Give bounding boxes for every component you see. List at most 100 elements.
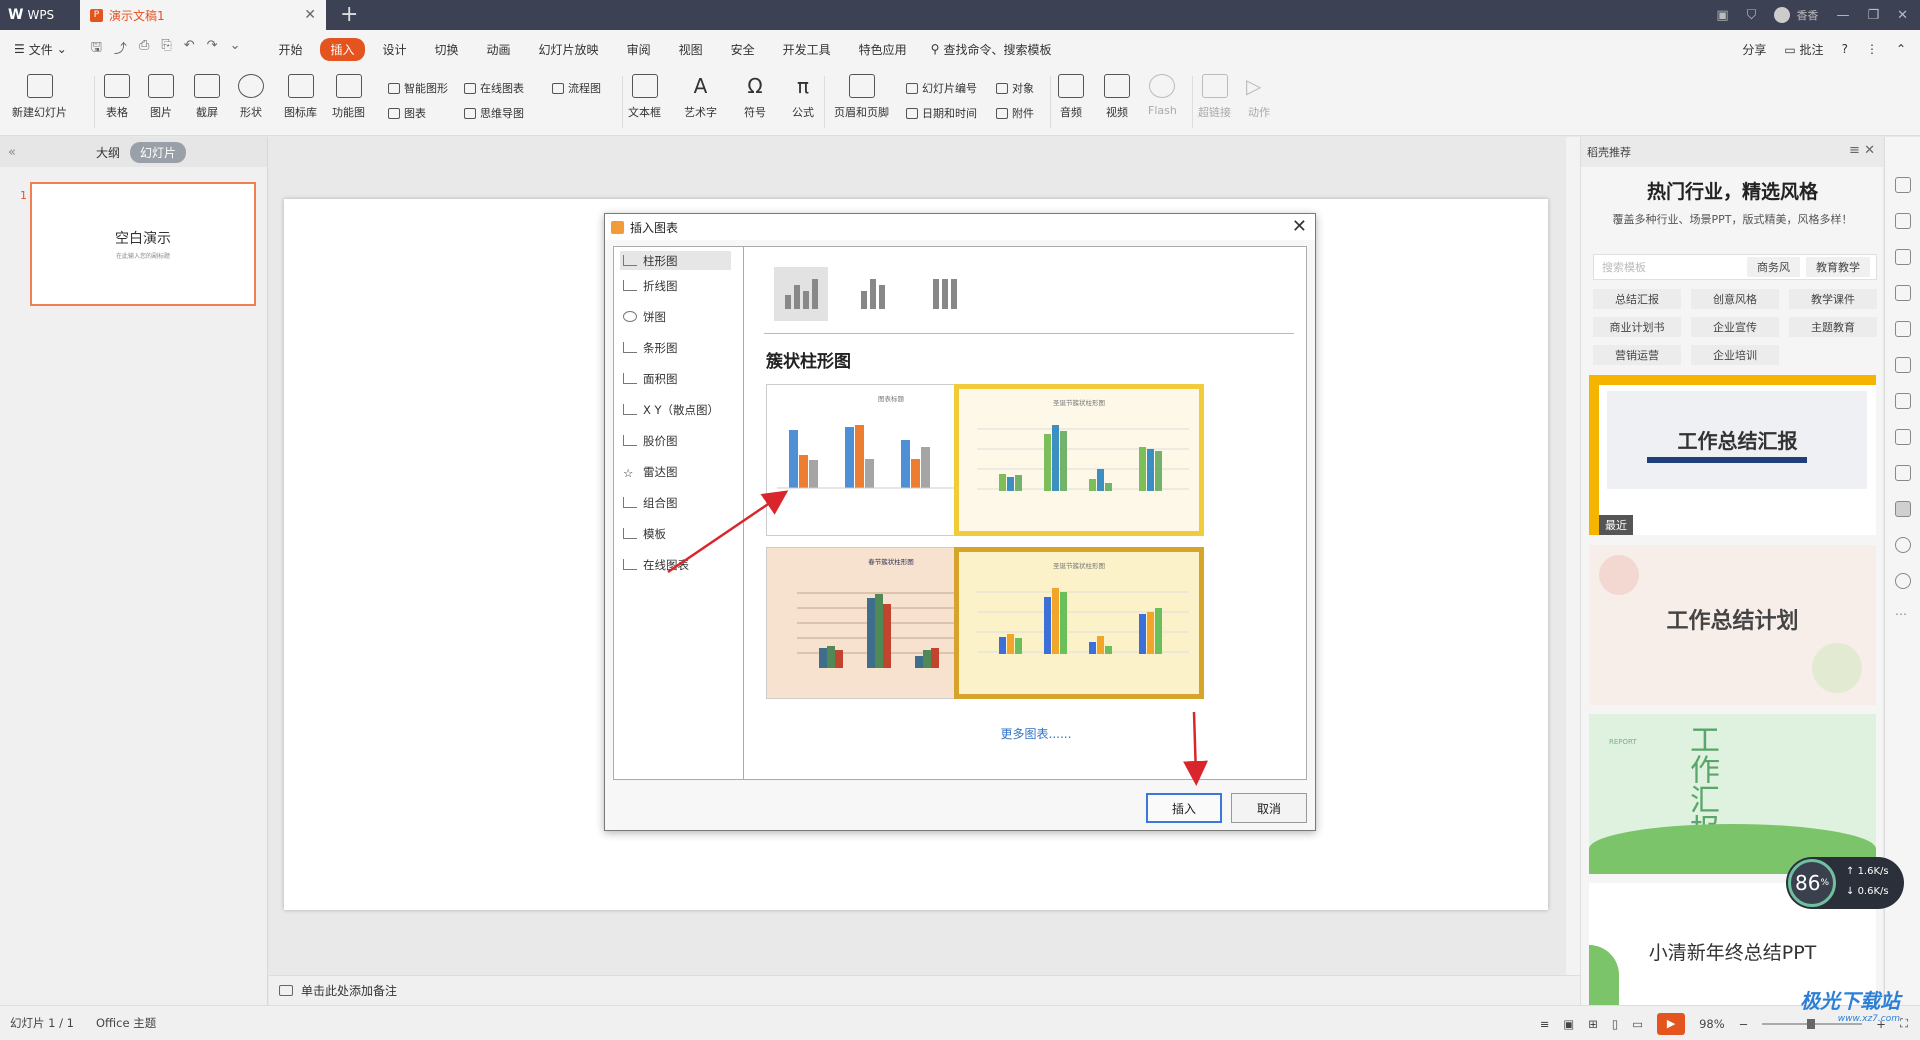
symbol-button[interactable]: Ω 符号 bbox=[742, 74, 768, 120]
tab-view[interactable]: 视图 bbox=[669, 38, 713, 61]
tab-transitions[interactable]: 切换 bbox=[425, 38, 469, 61]
action-button[interactable]: ▷ 动作 bbox=[1246, 74, 1272, 120]
slide-sorter-icon[interactable]: ⊞ bbox=[1588, 1017, 1598, 1031]
online-chart-button[interactable]: 在线图表 bbox=[464, 80, 524, 96]
template-tag[interactable]: 创意风格 bbox=[1691, 289, 1779, 309]
tab-review[interactable]: 审阅 bbox=[617, 38, 661, 61]
audio-button[interactable]: 音频 bbox=[1058, 74, 1084, 120]
percent-stacked-column-subtype[interactable] bbox=[918, 267, 972, 321]
smart-shape-button[interactable]: 智能图形 bbox=[388, 80, 448, 96]
category-radar[interactable]: ☆ 雷达图 bbox=[614, 456, 743, 487]
template-tag[interactable]: 企业培训 bbox=[1691, 345, 1779, 365]
document-tab[interactable]: P 演示文稿1 ✕ bbox=[80, 0, 326, 30]
layout-icon[interactable]: ▣ bbox=[1716, 8, 1728, 23]
category-line[interactable]: 折线图 bbox=[614, 270, 743, 301]
copy-icon[interactable] bbox=[1895, 213, 1911, 229]
minimize-icon[interactable]: — bbox=[1836, 8, 1849, 23]
settings-icon[interactable] bbox=[1895, 321, 1911, 337]
tab-home[interactable]: 开始 bbox=[268, 38, 312, 61]
textbox-button[interactable]: 文本框 bbox=[628, 74, 661, 120]
normal-view-icon[interactable]: ▣ bbox=[1563, 1017, 1574, 1031]
screenshot-button[interactable]: 截屏 bbox=[194, 74, 220, 120]
notes-toggle-icon[interactable]: ≡ bbox=[1540, 1017, 1550, 1031]
new-slide-button[interactable]: 新建幻灯片 bbox=[12, 74, 67, 120]
restore-icon[interactable]: ❐ bbox=[1867, 8, 1879, 23]
flash-button[interactable]: Flash bbox=[1148, 74, 1177, 117]
category-column[interactable]: 柱形图 bbox=[620, 251, 731, 270]
tab-design[interactable]: 设计 bbox=[373, 38, 417, 61]
category-stock[interactable]: 股价图 bbox=[614, 425, 743, 456]
icon-library-button[interactable]: 图标库 bbox=[284, 74, 317, 120]
template-tag[interactable]: 企业宣传 bbox=[1691, 317, 1779, 337]
category-online[interactable]: 在线图表 bbox=[614, 549, 743, 580]
vertical-scrollbar[interactable] bbox=[1566, 137, 1580, 975]
more-charts-link[interactable]: 更多图表...... bbox=[614, 725, 1308, 742]
search-chip[interactable]: 商务风 bbox=[1747, 257, 1800, 277]
search-chip[interactable]: 教育教学 bbox=[1806, 257, 1870, 277]
gallery-icon[interactable] bbox=[1895, 357, 1911, 373]
help-icon[interactable] bbox=[1895, 573, 1911, 589]
notes-area[interactable]: 单击此处添加备注 bbox=[269, 975, 1580, 1005]
fill-icon[interactable] bbox=[1895, 285, 1911, 301]
hyperlink-button[interactable]: 超链接 bbox=[1198, 74, 1231, 120]
template-tag[interactable]: 商业计划书 bbox=[1593, 317, 1681, 337]
attachment-button[interactable]: 附件 bbox=[996, 105, 1034, 121]
collapse-pane-icon[interactable]: « bbox=[8, 145, 16, 160]
layers-icon[interactable] bbox=[1895, 393, 1911, 409]
comment-button[interactable]: ▭ 批注 bbox=[1784, 41, 1823, 58]
slide-thumbnail[interactable]: 空白演示 在此输入您的副标题 bbox=[30, 182, 256, 306]
new-tab-button[interactable]: + bbox=[340, 2, 358, 28]
more-icon[interactable]: ⋯ bbox=[1895, 607, 1907, 621]
history-icon[interactable] bbox=[1895, 537, 1911, 553]
picture-button[interactable]: 图片 bbox=[148, 74, 174, 120]
tab-security[interactable]: 安全 bbox=[721, 38, 765, 61]
template-icon[interactable] bbox=[1895, 501, 1911, 517]
category-combo[interactable]: 组合图 bbox=[614, 487, 743, 518]
wps-home-tab[interactable]: W WPS bbox=[0, 0, 76, 30]
tab-slides[interactable]: 幻灯片 bbox=[129, 141, 186, 163]
tab-outline[interactable]: 大纲 bbox=[86, 142, 130, 163]
template-tag[interactable]: 营销运营 bbox=[1593, 345, 1681, 365]
slide-number-button[interactable]: 幻灯片编号 bbox=[906, 80, 977, 96]
clustered-column-subtype[interactable] bbox=[774, 267, 828, 321]
export-icon[interactable]: ⤴ bbox=[114, 38, 127, 60]
template-tag[interactable]: 总结汇报 bbox=[1593, 289, 1681, 309]
chart-template-christmas-2[interactable]: 圣诞节簇状柱形图 bbox=[954, 547, 1204, 699]
tab-developer[interactable]: 开发工具 bbox=[773, 38, 841, 61]
undo-icon[interactable]: ↶ bbox=[184, 38, 195, 60]
table-button[interactable]: 表格 bbox=[104, 74, 130, 120]
redo-icon[interactable]: ↷ bbox=[207, 38, 218, 60]
template-search-input[interactable]: 搜索模板 bbox=[1594, 259, 1747, 275]
user-account[interactable]: 香香 bbox=[1774, 7, 1818, 23]
play-slideshow-button[interactable]: ▶ bbox=[1657, 1012, 1686, 1035]
close-dialog-icon[interactable]: ✕ bbox=[1292, 216, 1307, 237]
object-button[interactable]: 对象 bbox=[996, 80, 1034, 96]
close-window-icon[interactable]: ✕ bbox=[1897, 8, 1908, 23]
template-search[interactable]: 搜索模板 商务风 教育教学 bbox=[1593, 254, 1877, 280]
print-icon[interactable]: ⎙ bbox=[139, 38, 149, 60]
help-button[interactable]: ? bbox=[1842, 42, 1848, 56]
wordart-button[interactable]: A 艺术字 bbox=[684, 74, 717, 120]
chart-template-christmas-1[interactable]: 圣诞节簇状柱形图 bbox=[954, 384, 1204, 536]
formula-button[interactable]: π 公式 bbox=[790, 74, 816, 120]
file-menu[interactable]: ☰ 文件 ⌄ bbox=[0, 41, 81, 58]
zoom-level[interactable]: 98% bbox=[1699, 1017, 1725, 1031]
template-card[interactable]: 工作汇报 REPORT bbox=[1589, 714, 1876, 874]
customize-icon[interactable]: ⌄ bbox=[230, 38, 241, 60]
tab-animations[interactable]: 动画 bbox=[477, 38, 521, 61]
more-icon[interactable]: ⋮ bbox=[1866, 42, 1878, 56]
template-card[interactable]: 工作总结计划 bbox=[1589, 545, 1876, 705]
chart-button[interactable]: 图表 bbox=[388, 105, 426, 121]
video-button[interactable]: 视频 bbox=[1104, 74, 1130, 120]
function-chart-button[interactable]: 功能图 bbox=[332, 74, 365, 120]
pane-menu-icon[interactable]: ≡ bbox=[1849, 143, 1860, 158]
preview-icon[interactable]: ⎘ bbox=[161, 38, 171, 60]
template-tag[interactable]: 主题教育 bbox=[1789, 317, 1877, 337]
shapes-icon[interactable] bbox=[1895, 249, 1911, 265]
category-template[interactable]: 模板 bbox=[614, 518, 743, 549]
collapse-ribbon-icon[interactable]: ⌃ bbox=[1896, 42, 1906, 56]
presenter-view-icon[interactable]: ▭ bbox=[1632, 1017, 1643, 1031]
shape-button[interactable]: 形状 bbox=[238, 74, 264, 120]
tab-slideshow[interactable]: 幻灯片放映 bbox=[529, 38, 609, 61]
pin-icon[interactable] bbox=[1895, 177, 1911, 193]
